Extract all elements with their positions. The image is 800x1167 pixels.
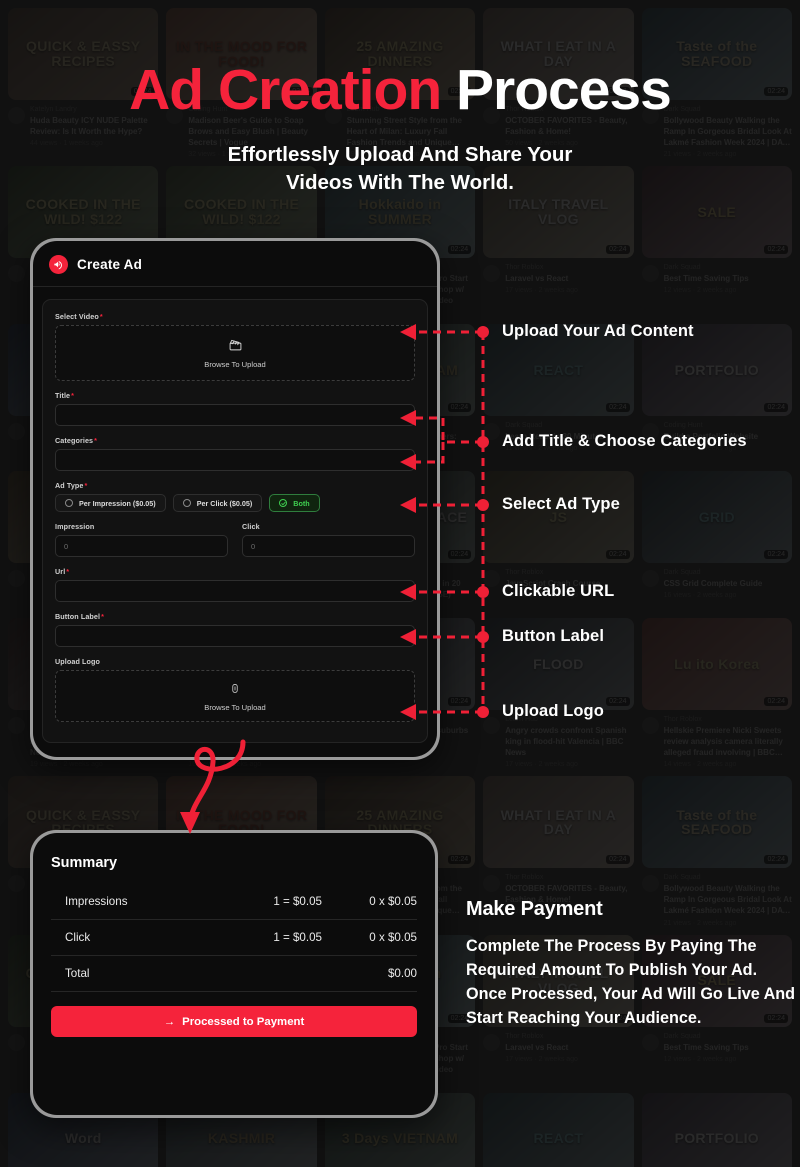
title-input[interactable] xyxy=(55,404,415,426)
proceed-to-payment-label: Processed to Payment xyxy=(182,1015,305,1028)
page-subtitle-line1: Effortlessly Upload And Share Your xyxy=(227,143,573,166)
categories-input[interactable] xyxy=(55,449,415,471)
page-headline: Ad Creation Process Effortlessly Upload … xyxy=(0,62,800,196)
field-categories: Categories* xyxy=(55,436,415,471)
url-input[interactable] xyxy=(55,580,415,602)
field-button-label: Button Label* xyxy=(55,612,415,647)
field-impression: Impression 0 xyxy=(55,522,228,557)
radio-icon xyxy=(182,499,191,507)
image-icon xyxy=(231,681,239,699)
page-title: Ad Creation Process xyxy=(0,62,800,119)
make-payment-description: Complete The Process By Paying The Requi… xyxy=(466,937,796,1027)
label-impression: Impression xyxy=(55,522,95,531)
summary-row-name: Total xyxy=(65,967,90,980)
summary-row-name: Impressions xyxy=(65,895,128,908)
select-video-dropzone[interactable]: Browse To Upload xyxy=(55,325,415,381)
label-select-video: Select Video* xyxy=(55,312,103,321)
ad-creation-process-infographic: QUICK & EASSY RECIPES02:24Katelyn Landry… xyxy=(0,0,800,1167)
label-click: Click xyxy=(242,522,260,531)
summary-row-rate: 1 = $0.05 xyxy=(273,931,322,944)
button-label-input[interactable] xyxy=(55,625,415,647)
megaphone-icon xyxy=(49,255,68,274)
summary-row-amount: 0 x $0.05 xyxy=(369,895,417,908)
ad-type-options: Per Impression ($0.05) Per Click ($0.05) xyxy=(55,494,415,512)
summary-device-frame: Summary Impressions 1 = $0.05 0 x $0.05 Cli… xyxy=(30,830,438,1118)
label-title: Title* xyxy=(55,391,75,400)
summary-row-name: Click xyxy=(65,931,91,944)
arrow-right-icon: → xyxy=(163,1015,176,1028)
make-payment-title: Make Payment xyxy=(466,898,603,920)
label-upload-logo: Upload Logo xyxy=(55,657,101,666)
field-upload-logo: Upload Logo Browse To Upload xyxy=(55,657,415,722)
upload-logo-dropzone[interactable]: Browse To Upload xyxy=(55,670,415,722)
clapperboard-icon xyxy=(229,338,242,356)
summary-row: Impressions 1 = $0.05 0 x $0.05 xyxy=(51,884,417,920)
summary-title: Summary xyxy=(51,855,118,871)
create-ad-title: Create Ad xyxy=(77,257,143,272)
page-subtitle: Effortlessly Upload And Share Your Video… xyxy=(0,141,800,196)
create-ad-device-frame: Create Ad Select Video* Browse To Upload… xyxy=(30,238,440,760)
summary-row: Click 1 = $0.05 0 x $0.05 xyxy=(51,920,417,956)
ad-type-option-per-click[interactable]: Per Click ($0.05) xyxy=(172,494,263,512)
summary-content: Summary Impressions 1 = $0.05 0 x $0.05 Cli… xyxy=(33,833,435,1053)
label-ad-type: Ad Type* xyxy=(55,481,88,490)
summary-row-amount: 0 x $0.05 xyxy=(369,931,417,944)
upload-logo-dropzone-label: Browse To Upload xyxy=(204,702,266,712)
create-ad-panel: Create Ad Select Video* Browse To Upload… xyxy=(33,241,437,757)
field-click: Click 0 xyxy=(242,522,415,557)
field-url: Url* xyxy=(55,567,415,602)
label-url: Url* xyxy=(55,567,70,576)
ad-type-option-label: Both xyxy=(293,498,310,508)
create-ad-form: Select Video* Browse To Upload Title* Ca… xyxy=(42,299,428,743)
summary-row-amount: $0.00 xyxy=(387,967,417,980)
field-title: Title* xyxy=(55,391,415,426)
page-title-rest: Process xyxy=(456,58,672,122)
page-title-accent: Ad Creation xyxy=(129,58,442,122)
page-subtitle-line2: Videos With The World. xyxy=(286,170,514,194)
summary-panel: Summary Impressions 1 = $0.05 0 x $0.05 Cli… xyxy=(33,833,435,1115)
make-payment-block: Make Payment Complete The Process By Pay… xyxy=(466,898,796,1031)
summary-row-rate: 1 = $0.05 xyxy=(273,895,322,908)
create-ad-header: Create Ad xyxy=(33,241,437,287)
click-input[interactable]: 0 xyxy=(242,535,415,557)
impression-click-row: Impression 0 Click 0 xyxy=(55,522,415,567)
field-ad-type: Ad Type* Per Impression ($0.05) Per Clic… xyxy=(55,481,415,512)
label-categories: Categories* xyxy=(55,436,98,445)
ad-type-option-both[interactable]: Both xyxy=(269,494,320,512)
ad-type-option-per-impression[interactable]: Per Impression ($0.05) xyxy=(55,494,166,512)
ad-type-option-label: Per Click ($0.05) xyxy=(196,498,253,508)
ad-type-option-label: Per Impression ($0.05) xyxy=(79,498,156,508)
label-button-label: Button Label* xyxy=(55,612,105,621)
impression-input[interactable]: 0 xyxy=(55,535,228,557)
proceed-to-payment-button[interactable]: → Processed to Payment xyxy=(51,1006,417,1037)
check-icon xyxy=(279,499,288,507)
field-select-video: Select Video* Browse To Upload xyxy=(55,312,415,381)
summary-rows: Impressions 1 = $0.05 0 x $0.05 Click 1 = $0… xyxy=(51,884,417,992)
summary-row: Total $0.00 xyxy=(51,956,417,992)
select-video-dropzone-label: Browse To Upload xyxy=(204,359,266,369)
radio-icon xyxy=(65,499,73,507)
